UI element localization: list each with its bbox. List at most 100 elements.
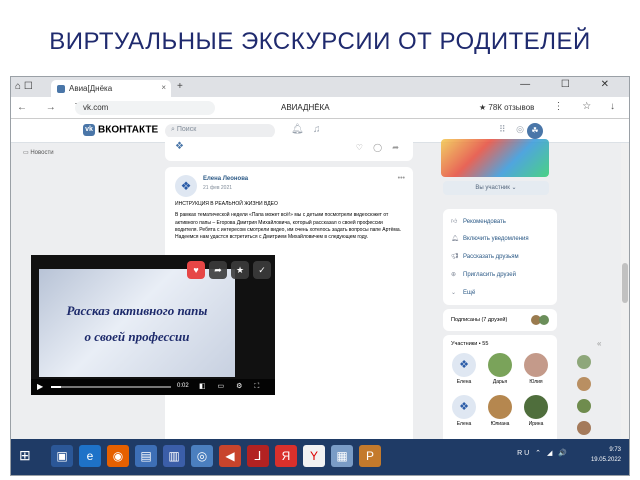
- you-member-button[interactable]: Вы участник ⌄: [443, 181, 549, 195]
- video-added-icon[interactable]: ✓: [253, 261, 271, 279]
- collapse-chevron-icon[interactable]: «: [597, 339, 601, 348]
- powerpoint-icon[interactable]: P: [359, 445, 381, 467]
- video-share-icon[interactable]: ➦: [209, 261, 227, 279]
- browser-tabbar: ⌂ ☐ Авиа[Днёка × + — ☐ ✕: [11, 77, 629, 97]
- member-name: Елена: [456, 421, 472, 427]
- community-cover-image: [441, 139, 549, 177]
- post-date[interactable]: 21 фев 2021: [203, 185, 232, 191]
- new-tab-button[interactable]: +: [177, 81, 183, 92]
- scroll-thumb[interactable]: [622, 263, 628, 303]
- clock-date: 19.05.2022: [590, 457, 621, 463]
- post-author[interactable]: Елена Леонова: [203, 176, 248, 182]
- megaphone-icon: 📢︎: [451, 254, 459, 260]
- music-icon[interactable]: ♫: [313, 124, 321, 135]
- action-notifications[interactable]: 🔔︎ Включить уведомления: [451, 235, 529, 242]
- video-player[interactable]: Рассказ активного папы о своей профессии…: [31, 255, 275, 395]
- member-card[interactable]: ❖ Елена: [449, 395, 479, 427]
- post-more-icon[interactable]: •••: [398, 175, 405, 182]
- search-placeholder: Поиск: [176, 126, 197, 133]
- side-contact-avatar[interactable]: [577, 377, 591, 391]
- member-name: Дарья: [492, 379, 508, 385]
- network-icon[interactable]: ◎: [191, 445, 213, 467]
- user-avatar[interactable]: ☘: [527, 123, 543, 139]
- side-contact-avatar[interactable]: [577, 399, 591, 413]
- post-actions-icons[interactable]: ♡ ◯ ➦: [356, 143, 403, 152]
- side-contact-avatar[interactable]: [577, 355, 591, 369]
- yandex-browser-icon[interactable]: Y: [303, 445, 325, 467]
- media-player-icon[interactable]: ◀: [219, 445, 241, 467]
- page-scrollbar[interactable]: [621, 143, 629, 439]
- vk-favicon-icon: [57, 84, 65, 93]
- member-avatar: ❖: [452, 353, 476, 377]
- friends-subscribed[interactable]: Подписаны (7 друзей): [443, 309, 557, 331]
- chevron-down-icon: ⌄: [451, 290, 457, 296]
- action-recommend[interactable]: 👍︎ Рекомендовать: [451, 217, 506, 225]
- tab-close-icon[interactable]: ×: [161, 83, 166, 92]
- folder-icon[interactable]: ▤: [135, 445, 157, 467]
- taskview-icon[interactable]: ▣: [51, 445, 73, 467]
- video-title-line2: о своей профессии: [84, 329, 190, 344]
- member-card[interactable]: Ирина: [521, 395, 551, 427]
- action-label: Включить уведомления: [463, 236, 529, 242]
- pdf-reader-icon[interactable]: ⅃: [247, 445, 269, 467]
- notifications-bell-icon[interactable]: 🔔︎: [291, 124, 304, 135]
- vk-apps-icon[interactable]: ⠿ ◎: [499, 124, 528, 135]
- start-windows-icon[interactable]: ⊞: [19, 447, 39, 467]
- post-heading: ИНСТРУКЦИЯ В РЕАЛЬНОЙ ЖИЗНИ ВДЕО: [175, 201, 278, 207]
- member-card[interactable]: Юлиана: [485, 395, 515, 427]
- vk-logo-text: ВКОНТАКТЕ: [98, 124, 159, 136]
- left-nav-news[interactable]: ▭ Новости: [23, 149, 54, 156]
- member-avatar: [488, 353, 512, 377]
- action-label: Рассказать друзьям: [463, 254, 519, 260]
- reviews-badge[interactable]: ★ 78К отзывов: [479, 103, 534, 112]
- action-invite-friends[interactable]: ⊕ Пригласить друзей: [451, 271, 516, 278]
- video-time: 0:02: [177, 383, 189, 389]
- video-controls: ▶ 0:02 ◧ ▭ ⚙ ⛶: [31, 379, 275, 395]
- save-disk-icon[interactable]: ▥: [163, 445, 185, 467]
- url-field[interactable]: vk.com: [75, 101, 215, 115]
- members-title[interactable]: Участники • 55: [451, 341, 488, 347]
- video-save-icon[interactable]: ★: [231, 261, 249, 279]
- member-card[interactable]: ❖ Елена: [449, 353, 479, 385]
- action-more[interactable]: ⌄ Ещё: [451, 289, 475, 296]
- windows-taskbar: ⊞ ▣ e ◉ ▤ ▥ ◎ ◀ ⅃ Я Y ▦ P RU ⌃ ◢ 🔊 9:73 1…: [11, 439, 629, 475]
- post-body: В рамках тематической недели «Папа может…: [175, 212, 401, 241]
- firefox-icon[interactable]: ◉: [107, 445, 129, 467]
- side-contact-avatar[interactable]: [577, 421, 591, 435]
- member-avatar: ❖: [452, 395, 476, 419]
- member-name: Елена: [456, 379, 472, 385]
- action-tell-friends[interactable]: 📢︎ Рассказать друзьям: [451, 253, 519, 260]
- video-like-icon[interactable]: ♥: [187, 261, 205, 279]
- member-card[interactable]: Юлия: [521, 353, 551, 385]
- previous-post: ❖ ♡ ◯ ➦: [165, 137, 413, 161]
- video-settings-icons[interactable]: ◧ ▭ ⚙ ⛶: [199, 382, 264, 391]
- members-block: Участники • 55 ❖ Елена Дарья Юлия ❖ Елена …: [443, 335, 557, 445]
- action-label: Рекомендовать: [463, 219, 506, 225]
- window-menu-icon[interactable]: ⌂ ☐: [15, 81, 33, 92]
- video-progress-bar[interactable]: [51, 386, 171, 388]
- files-icon[interactable]: ▦: [331, 445, 353, 467]
- play-icon[interactable]: ▶: [37, 382, 43, 391]
- member-card[interactable]: Дарья: [485, 353, 515, 385]
- vk-search-input[interactable]: ⌕ Поиск: [165, 124, 275, 138]
- browser-tab[interactable]: Авиа[Днёка ×: [51, 80, 171, 97]
- tab-label: Авиа[Днёка: [69, 84, 113, 93]
- you-member-label: Вы участник: [475, 185, 510, 191]
- vk-logo-icon: vk: [83, 124, 95, 136]
- window-controls[interactable]: — ☐ ✕: [520, 79, 623, 90]
- screenshot-frame: ⌂ ☐ Авиа[Днёка × + — ☐ ✕ ← → ↻ vk.com АВ…: [10, 76, 630, 476]
- system-tray[interactable]: RU ⌃ ◢ 🔊: [517, 449, 569, 457]
- clock[interactable]: 9:73 19.05.2022: [591, 445, 621, 465]
- friends-subscribed-text: Подписаны (7 друзей): [451, 317, 508, 323]
- edge-browser-icon[interactable]: e: [79, 445, 101, 467]
- action-label: Пригласить друзей: [463, 272, 516, 278]
- author-avatar[interactable]: ❖: [175, 175, 197, 197]
- member-name: Ирина: [528, 421, 544, 427]
- vk-logo[interactable]: vk ВКОНТАКТЕ: [83, 124, 158, 136]
- yandex-icon[interactable]: Я: [275, 445, 297, 467]
- page-title: АВИАДНЁКА: [281, 103, 330, 112]
- clock-time: 9:73: [609, 447, 621, 453]
- community-actions: 👍︎ Рекомендовать 🔔︎ Включить уведомления 📢…: [443, 209, 557, 305]
- browser-menu-icons[interactable]: ⋮ ☆ ↓: [553, 101, 623, 112]
- video-title-line1: Рассказ активного папы: [66, 303, 208, 318]
